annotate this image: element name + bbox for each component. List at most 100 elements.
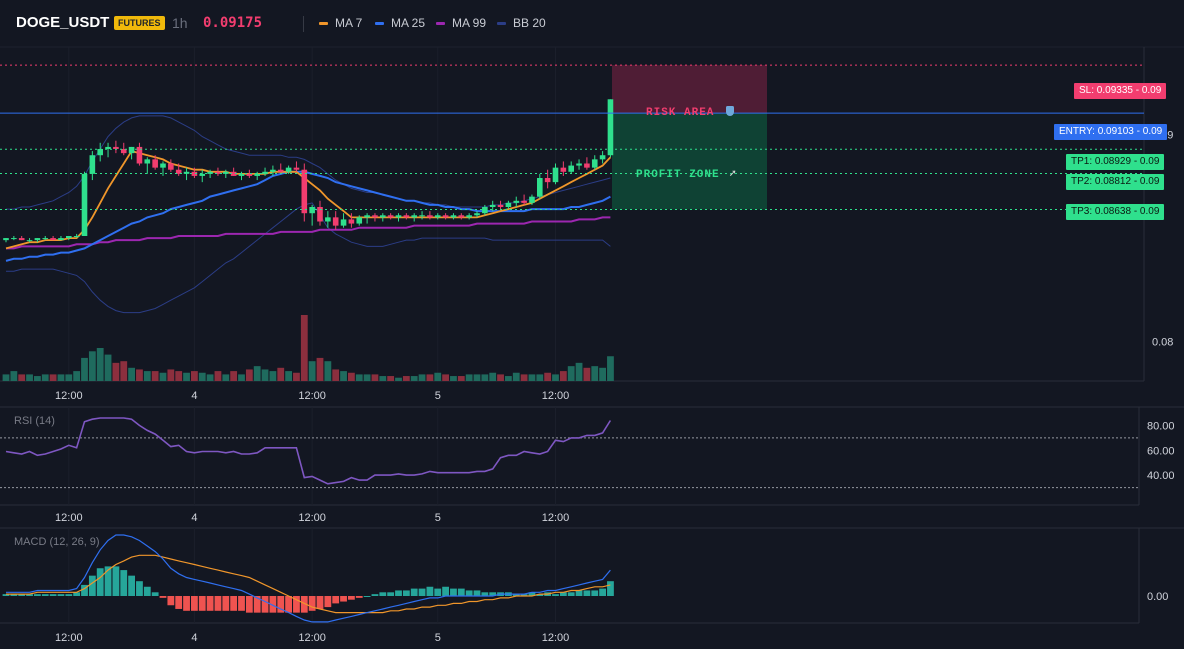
macd-hist-bar <box>206 596 214 611</box>
tp3-tag[interactable]: TP3: 0.08638 - 0.09 <box>1066 204 1165 220</box>
volume-bar <box>10 371 18 381</box>
candle-body <box>380 215 386 218</box>
macd-hist-bar <box>57 594 65 596</box>
volume-bar <box>497 374 504 381</box>
volume-bar <box>450 376 457 381</box>
volume-bar <box>183 372 190 381</box>
macd-hist-bar <box>324 596 332 608</box>
macd-hist-bar <box>418 588 426 596</box>
time-tick-label: 12:00 <box>55 512 83 524</box>
time-tick-label: 5 <box>435 390 441 402</box>
legend-ma7[interactable]: MA 7 <box>319 16 362 30</box>
volume-bar <box>151 371 159 381</box>
volume-bar <box>245 369 253 381</box>
macd-hist-bar <box>402 590 410 596</box>
ma25-swatch <box>375 21 384 25</box>
candle-body <box>505 202 512 207</box>
volume-bar <box>528 374 536 381</box>
macd-hist-bar <box>159 596 167 598</box>
macd-hist-bar <box>34 594 41 596</box>
volume-bar <box>552 374 559 381</box>
volume-bar <box>544 372 552 381</box>
legend-ma25[interactable]: MA 25 <box>375 16 425 30</box>
candle-body <box>584 163 590 168</box>
time-tick-label: 12:00 <box>298 512 326 524</box>
macd-hist-bar <box>583 590 591 596</box>
legend-ma25-label: MA 25 <box>391 16 426 30</box>
macd-hist-bar <box>575 590 583 596</box>
macd-hist-bar <box>473 590 481 596</box>
symbol-title[interactable]: DOGE_USDT <box>16 14 109 31</box>
bb-lower-line <box>6 202 611 314</box>
candle-body <box>489 204 496 207</box>
rsi-tick-label: 60.00 <box>1147 445 1175 457</box>
candle-body <box>11 238 17 240</box>
macd-tick-label: 0.00 <box>1147 591 1168 603</box>
volume-bar <box>567 366 575 381</box>
candle-body <box>560 167 567 172</box>
sl-tag-suffix: - 0.09 <box>1135 85 1162 96</box>
volume-bar <box>457 376 465 381</box>
candle-body <box>18 238 25 241</box>
volume-bar <box>481 374 489 381</box>
tp2-tag-label: TP2: 0.08812 <box>1071 176 1132 187</box>
macd-hist-bar <box>410 588 418 596</box>
volume-bar <box>269 371 277 381</box>
volume-bar <box>536 374 544 381</box>
legend-bb20-label: BB 20 <box>513 16 546 30</box>
volume-bar <box>230 371 238 381</box>
sl-tag[interactable]: SL: 0.09335 - 0.09 <box>1074 83 1167 99</box>
entry-tag[interactable]: ENTRY: 0.09103 - 0.09 <box>1054 124 1168 140</box>
volume-bar <box>159 372 167 381</box>
volume-bar <box>277 367 285 381</box>
candle-body <box>411 215 417 218</box>
volume-bar <box>473 374 481 381</box>
volume-bar <box>104 354 112 381</box>
rsi-tick-label: 80.00 <box>1147 420 1175 432</box>
legend-ma99[interactable]: MA 99 <box>436 16 486 30</box>
legend-bb20[interactable]: BB 20 <box>497 16 546 30</box>
volume-bar <box>418 374 426 381</box>
legend-ma7-label: MA 7 <box>335 16 363 30</box>
candle-body <box>144 159 151 164</box>
volume-bar <box>57 374 65 381</box>
macd-hist-bar <box>465 590 473 596</box>
volume-bar <box>253 366 261 381</box>
candle-body <box>466 215 472 218</box>
time-tick-label: 4 <box>191 390 197 402</box>
candle-body <box>356 217 363 224</box>
time-tick-label: 12:00 <box>542 390 570 402</box>
volume-bar <box>120 361 128 381</box>
candle-body <box>199 173 206 176</box>
candle-body <box>113 146 119 149</box>
chart-canvas[interactable]: 0.090.0812:00412:00512:0012:00412:00512:… <box>0 0 1184 649</box>
macd-hist-bar <box>457 588 465 596</box>
macd-hist-bar <box>112 566 120 596</box>
macd-hist-bar <box>128 575 135 596</box>
macd-hist-bar <box>183 596 190 611</box>
tp2-tag[interactable]: TP2: 0.08812 - 0.09 <box>1066 174 1165 190</box>
ma25-line <box>5 170 611 262</box>
candle-body <box>89 155 96 174</box>
candle-body <box>66 236 72 239</box>
interval-selector[interactable]: 1h <box>172 15 188 31</box>
volume-bar <box>238 374 245 381</box>
macd-line <box>6 534 611 623</box>
volume-bar <box>395 377 402 381</box>
candle-body <box>293 167 300 170</box>
profit-zone-text: PROFIT ZONE <box>636 169 720 181</box>
time-tick-label: 5 <box>435 632 441 644</box>
candle-body <box>160 163 166 168</box>
candle-body <box>364 215 370 218</box>
candle-body <box>270 169 276 172</box>
sl-tag-label: SL: 0.09335 <box>1079 85 1133 96</box>
trading-chart-window: 0.090.0812:00412:00512:0012:00412:00512:… <box>0 0 1184 649</box>
tp1-tag[interactable]: TP1: 0.08929 - 0.09 <box>1066 154 1165 170</box>
volume-bar <box>222 374 230 381</box>
volume-bar <box>387 376 395 381</box>
time-tick-label: 12:00 <box>55 632 83 644</box>
volume-bar <box>143 371 151 381</box>
time-tick-label: 4 <box>191 512 197 524</box>
volume-bar <box>607 356 614 381</box>
profit-zone-box <box>612 113 767 210</box>
